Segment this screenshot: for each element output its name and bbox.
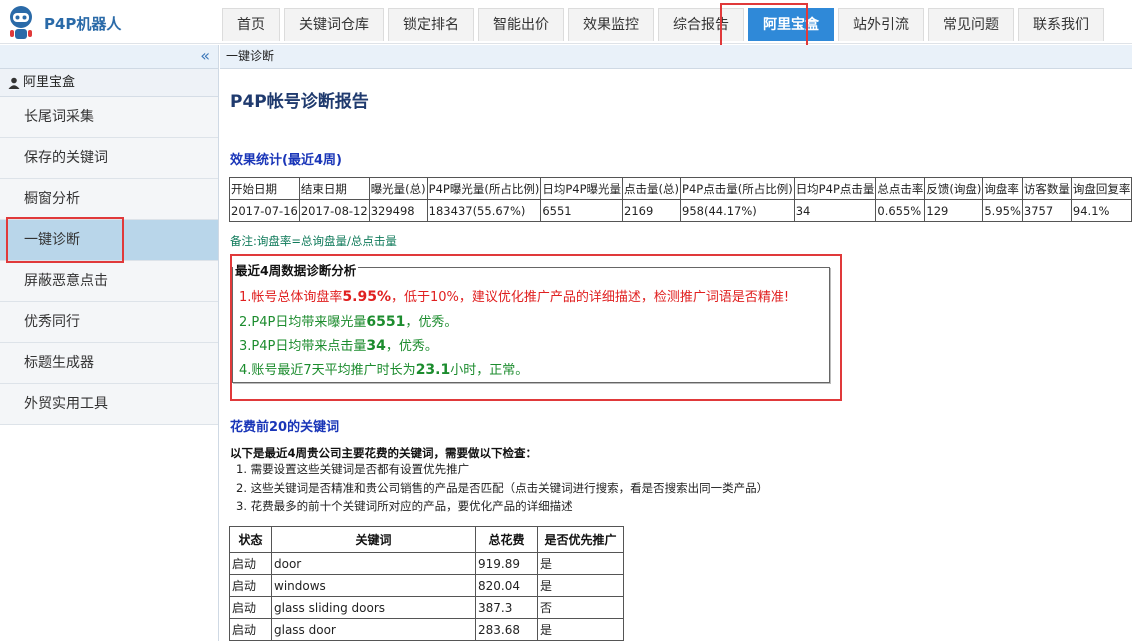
stats-header-cell: 点击量(总) [622, 177, 682, 200]
stats-value-cell: 0.655% [875, 199, 926, 222]
nav-faq[interactable]: 常见问题 [928, 8, 1014, 41]
stats-value-cell: 329498 [368, 199, 428, 222]
stats-value-cell: 958(44.17%) [680, 199, 795, 222]
stats-header-cell: 日均P4P点击量 [793, 177, 877, 200]
stats-header-row: 开始日期 结束日期 曝光量(总) P4P曝光量(所占比例) 日均P4P曝光量 点… [229, 177, 1132, 200]
breadcrumb: 一键诊断 [220, 45, 1132, 69]
sidebar-item-saved-keywords[interactable]: 保存的关键词 [0, 138, 218, 179]
kw-status: 启动 [229, 618, 272, 641]
diagnosis-highlight-box [230, 254, 842, 401]
stats-value-cell: 5.95% [982, 199, 1023, 222]
main-content: 一键诊断 P4P帐号诊断报告 效果统计(最近4周) 开始日期 结束日期 曝光量(… [220, 45, 1132, 641]
sidebar-item-top-peers[interactable]: 优秀同行 [0, 302, 218, 343]
stats-value-cell: 2017-08-12 [298, 199, 370, 222]
sidebar-item-title-generator[interactable]: 标题生成器 [0, 343, 218, 384]
nav-smart-bidding[interactable]: 智能出价 [478, 8, 564, 41]
stats-note: 备注:询盘率=总询盘量/总点击量 [230, 234, 397, 248]
kw-cost: 387.3 [475, 596, 538, 619]
stats-value-row: 2017-07-16 2017-08-12 329498 183437(55.6… [229, 199, 1132, 222]
kw-keyword-link[interactable]: glass door [271, 618, 476, 641]
kw-header-priority: 是否优先推广 [537, 526, 624, 553]
table-row: 启动 glass door 283.68 是 [229, 618, 624, 641]
kw-cost: 820.04 [475, 574, 538, 597]
kw-keyword-link[interactable]: windows [271, 574, 476, 597]
stats-value-cell: 3757 [1021, 199, 1072, 222]
stats-value-cell: 129 [924, 199, 984, 222]
stats-value-cell: 6551 [540, 199, 624, 222]
stats-header-cell: 总点击率 [875, 177, 926, 200]
kw-header-status: 状态 [229, 526, 272, 553]
stats-header-cell: 日均P4P曝光量 [540, 177, 624, 200]
sidebar-item-showcase-analysis[interactable]: 橱窗分析 [0, 179, 218, 220]
stats-header-cell: 反馈(询盘) [924, 177, 984, 200]
stats-header-cell: 询盘回复率 [1070, 177, 1132, 200]
stats-section-title: 效果统计(最近4周) [230, 153, 342, 168]
stats-header-cell: P4P曝光量(所占比例) [426, 177, 542, 200]
person-icon [8, 77, 20, 89]
check-item: 2. 这些关键词是否精准和贵公司销售的产品是否匹配（点击关键词进行搜索，看是否搜… [236, 481, 769, 495]
kw-priority: 是 [537, 618, 624, 641]
keyword-table: 状态 关键词 总花费 是否优先推广 启动 door 919.89 是 启动 wi… [229, 526, 624, 641]
check-intro: 以下是最近4周贵公司主要花费的关键词，需要做以下检查： [230, 446, 537, 460]
stats-header-cell: P4P点击量(所占比例) [680, 177, 795, 200]
stats-value-cell: 94.1% [1070, 199, 1132, 222]
nav-offsite-traffic[interactable]: 站外引流 [838, 8, 924, 41]
stats-header-cell: 曝光量(总) [368, 177, 428, 200]
top-header: P4P机器人 首页 关键词仓库 锁定排名 智能出价 效果监控 综合报告 阿里宝盒… [0, 0, 1132, 64]
kw-keyword-link[interactable]: glass sliding doors [271, 596, 476, 619]
kw-cost: 919.89 [475, 552, 538, 575]
collapse-icon[interactable]: « [200, 46, 210, 65]
kw-priority: 否 [537, 596, 624, 619]
stats-value-cell: 2169 [622, 199, 682, 222]
sidebar-group-label: 阿里宝盒 [23, 74, 76, 90]
kw-header-cost: 总花费 [475, 526, 538, 553]
nav-contact[interactable]: 联系我们 [1018, 8, 1104, 41]
stats-header-cell: 访客数量 [1021, 177, 1072, 200]
sidebar-item-block-malicious-clicks[interactable]: 屏蔽恶意点击 [0, 261, 218, 302]
keyword-table-header: 状态 关键词 总花费 是否优先推广 [229, 526, 624, 553]
spend-section-title: 花费前20的关键词 [230, 420, 340, 435]
page-title: P4P帐号诊断报告 [230, 92, 369, 112]
kw-keyword-link[interactable]: door [271, 552, 476, 575]
stats-header-cell: 开始日期 [229, 177, 300, 200]
nav-lock-ranking[interactable]: 锁定排名 [388, 8, 474, 41]
sidebar: « 阿里宝盒 长尾词采集 保存的关键词 橱窗分析 一键诊断 屏蔽恶意点击 优秀同… [0, 45, 219, 641]
robot-logo-icon [10, 6, 32, 39]
table-row: 启动 door 919.89 是 [229, 552, 624, 575]
kw-status: 启动 [229, 552, 272, 575]
stats-value-cell: 183437(55.67%) [426, 199, 542, 222]
nav-keyword-warehouse[interactable]: 关键词仓库 [284, 8, 384, 41]
kw-header-keyword: 关键词 [271, 526, 476, 553]
sidebar-item-longtail-collect[interactable]: 长尾词采集 [0, 97, 218, 138]
stats-table: 开始日期 结束日期 曝光量(总) P4P曝光量(所占比例) 日均P4P曝光量 点… [229, 177, 1132, 222]
nav-home[interactable]: 首页 [222, 8, 280, 41]
sidebar-collapse-bar: « [0, 45, 218, 69]
sidebar-group-header: 阿里宝盒 [0, 69, 218, 97]
stats-value-cell: 2017-07-16 [229, 199, 300, 222]
brand-logo[interactable]: P4P机器人 [4, 4, 121, 42]
stats-header-cell: 结束日期 [298, 177, 370, 200]
table-row: 启动 glass sliding doors 387.3 否 [229, 596, 624, 619]
sidebar-item-trade-tools[interactable]: 外贸实用工具 [0, 384, 218, 425]
check-item: 1. 需要设置这些关键词是否都有设置优先推广 [236, 462, 470, 476]
main-nav: 首页 关键词仓库 锁定排名 智能出价 效果监控 综合报告 阿里宝盒 站外引流 常… [222, 8, 1108, 41]
kw-cost: 283.68 [475, 618, 538, 641]
kw-priority: 是 [537, 574, 624, 597]
check-item: 3. 花费最多的前十个关键词所对应的产品，要优化产品的详细描述 [236, 499, 573, 513]
brand-name: P4P机器人 [44, 14, 122, 33]
stats-header-cell: 询盘率 [982, 177, 1023, 200]
kw-priority: 是 [537, 552, 624, 575]
kw-status: 启动 [229, 574, 272, 597]
stats-value-cell: 34 [793, 199, 877, 222]
kw-status: 启动 [229, 596, 272, 619]
table-row: 启动 windows 820.04 是 [229, 574, 624, 597]
sidebar-highlight-box [6, 217, 124, 263]
nav-effect-monitor[interactable]: 效果监控 [568, 8, 654, 41]
